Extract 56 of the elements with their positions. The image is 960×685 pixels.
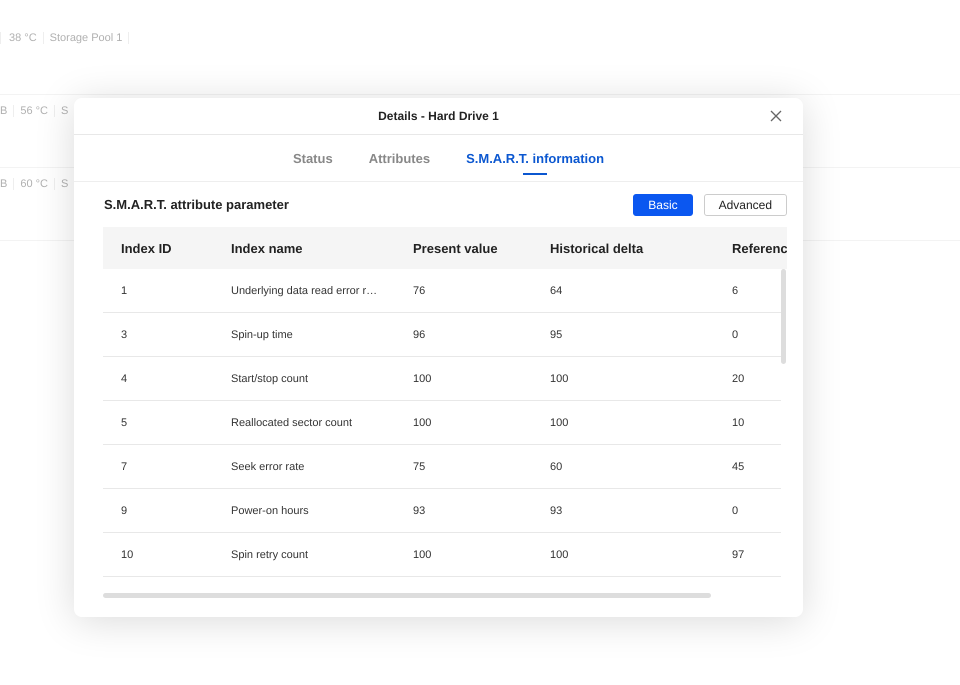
close-icon[interactable] [770,110,782,122]
drive-info-text: 38 °C [0,32,44,44]
table-cell: 0 [732,328,738,340]
table-cell-text: 76 [413,284,426,296]
table-cell-text: 5 [120,416,128,428]
column-header: Index ID [120,240,173,256]
column-header: Referenc [732,240,787,256]
table-cell-text: Start/stop count [231,372,310,384]
table-cell: 20 [732,372,744,384]
table-cell-text: Power-on hours [231,504,310,516]
table-cell-text: 100 [413,548,432,560]
dialog-title: Details - Hard Drive 1 [378,109,499,123]
table-cell-text: Seek error rate [231,460,306,472]
table-cell-text: 9 [120,504,128,516]
table-cell-text: 4 [120,372,128,384]
column-header: Index name [231,240,304,256]
tab[interactable]: Attributes [350,135,448,181]
view-button[interactable]: Basic [633,194,693,216]
table-cell: 10 [732,416,744,428]
table-cell-text: 75 [413,460,426,472]
table-cell: 0 [732,504,738,516]
tab[interactable]: Status [274,135,351,181]
table-cell-text: 100 [413,372,432,384]
table-cell-text: 60 [550,460,564,472]
drive-info-text: 60 °C [14,178,55,190]
table-cell: 6 [732,284,738,296]
table-cell-text: 100 [550,416,570,428]
scrollbar-thumb[interactable] [781,269,786,364]
table-cell-text: 7 [120,460,128,472]
drive-info-text: 56 °C [14,105,55,117]
drive-info-text: Storage Pool 1 [44,32,130,44]
table-cell-text: 93 [413,504,426,516]
tab[interactable]: S.M.A.R.T. information [448,135,622,181]
table-cell-text: 95 [550,328,564,340]
section-title: S.M.A.R.T. attribute parameter [104,197,289,212]
table-cell-text: Spin retry count [231,548,310,560]
table-cell-text: 100 [413,416,432,428]
table-cell-text: Reallocated sector count [231,416,354,428]
table-cell-text: 64 [550,284,564,296]
table-cell-text: 100 [550,548,570,560]
table-cell-text: 10 [120,548,134,560]
view-button[interactable]: Advanced [704,194,787,216]
table-cell-text: 93 [550,504,564,516]
column-header: Present value [413,240,499,256]
table-cell-text: 3 [120,328,128,340]
table-cell: 97 [732,548,744,560]
drive-info-text: B [0,105,14,117]
table-cell-text: Underlying data read error r… [231,284,378,296]
table-cell-text: 100 [550,372,570,384]
table-cell-text: Spin-up time [231,328,294,340]
table-cell-text: 1 [120,284,128,296]
table-cell: 45 [732,460,744,472]
drive-info-text: B [0,178,14,190]
table-cell-text: 96 [413,328,426,340]
column-header: Historical delta [550,240,644,256]
scrollbar-thumb[interactable] [103,593,711,598]
